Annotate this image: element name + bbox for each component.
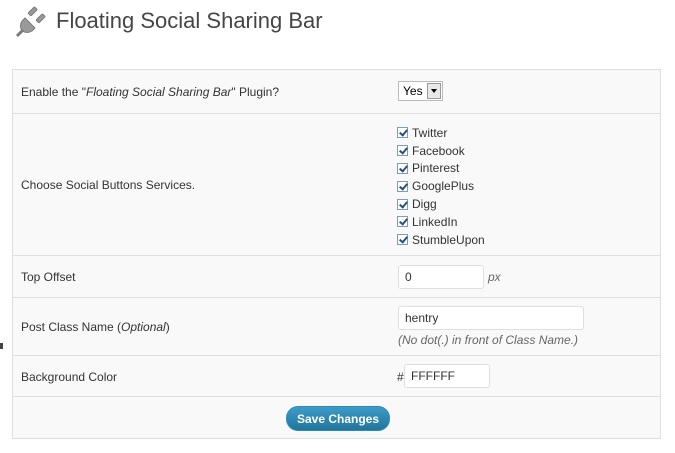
services-checkbox-list: Twitter Facebook Pinterest GooglePlus Di… (397, 124, 485, 249)
top-offset-unit: px (488, 270, 501, 284)
plugin-plug-icon (15, 6, 46, 38)
service-label: Digg (412, 197, 437, 212)
post-class-input[interactable] (398, 306, 584, 330)
checkbox-pinterest[interactable] (397, 162, 408, 174)
checkbox-linkedin[interactable] (397, 216, 408, 228)
enable-select[interactable]: Yes (398, 81, 443, 101)
service-label: GooglePlus (412, 179, 475, 194)
post-class-help: (No dot(.) in front of Class Name.) (398, 333, 579, 347)
enable-label: Enable the "Floating Social Sharing Bar"… (21, 85, 279, 99)
service-label: StumbleUpon (412, 232, 485, 247)
post-class-row: Post Class Name (Optional) (No dot(.) in… (13, 298, 660, 356)
services-row: Choose Social Buttons Services. Twitter … (13, 114, 660, 256)
service-item-linkedin[interactable]: LinkedIn (397, 213, 485, 231)
service-item-stumbleupon[interactable]: StumbleUpon (397, 231, 485, 249)
enable-label-suffix: " Plugin? (231, 85, 280, 99)
service-label: LinkedIn (412, 214, 458, 229)
enable-select-value: Yes (403, 84, 423, 98)
post-class-label-close: ) (165, 320, 170, 334)
service-item-googleplus[interactable]: GooglePlus (397, 177, 485, 195)
checkbox-facebook[interactable] (397, 145, 408, 157)
background-row: Background Color # (13, 356, 660, 397)
top-offset-row: Top Offset px (13, 256, 660, 298)
post-class-label-main: Post Class Name ( (21, 320, 122, 334)
checkbox-stumbleupon[interactable] (397, 234, 408, 246)
service-label: Twitter (412, 125, 448, 140)
post-class-label-optional: Optional (121, 320, 166, 334)
service-item-facebook[interactable]: Facebook (397, 142, 485, 160)
post-class-label: Post Class Name (Optional) (21, 320, 170, 334)
service-label: Pinterest (412, 161, 460, 176)
page-header: Floating Social Sharing Bar (13, 4, 323, 40)
background-color-input[interactable] (404, 364, 490, 388)
services-label: Choose Social Buttons Services. (21, 178, 196, 192)
service-item-digg[interactable]: Digg (397, 195, 485, 213)
enable-label-prefix: Enable the " (21, 85, 86, 99)
service-item-pinterest[interactable]: Pinterest (397, 160, 485, 178)
page-title: Floating Social Sharing Bar (56, 8, 323, 33)
background-label: Background Color (21, 370, 118, 384)
color-hash: # (397, 370, 404, 384)
save-changes-button[interactable]: Save Changes (286, 406, 390, 431)
settings-form: Enable the "Floating Social Sharing Bar"… (12, 69, 661, 439)
service-item-twitter[interactable]: Twitter (397, 124, 485, 142)
enable-row: Enable the "Floating Social Sharing Bar"… (13, 70, 660, 114)
checkbox-twitter[interactable] (397, 127, 408, 139)
enable-label-plugin: Floating Social Sharing Bar (85, 85, 232, 99)
checkbox-googleplus[interactable] (397, 180, 408, 192)
service-label: Facebook (412, 143, 465, 158)
edge-marker (0, 343, 3, 349)
checkbox-digg[interactable] (397, 198, 408, 210)
chevron-down-icon[interactable] (427, 83, 441, 99)
top-offset-label: Top Offset (21, 270, 76, 284)
top-offset-input[interactable] (398, 265, 484, 289)
